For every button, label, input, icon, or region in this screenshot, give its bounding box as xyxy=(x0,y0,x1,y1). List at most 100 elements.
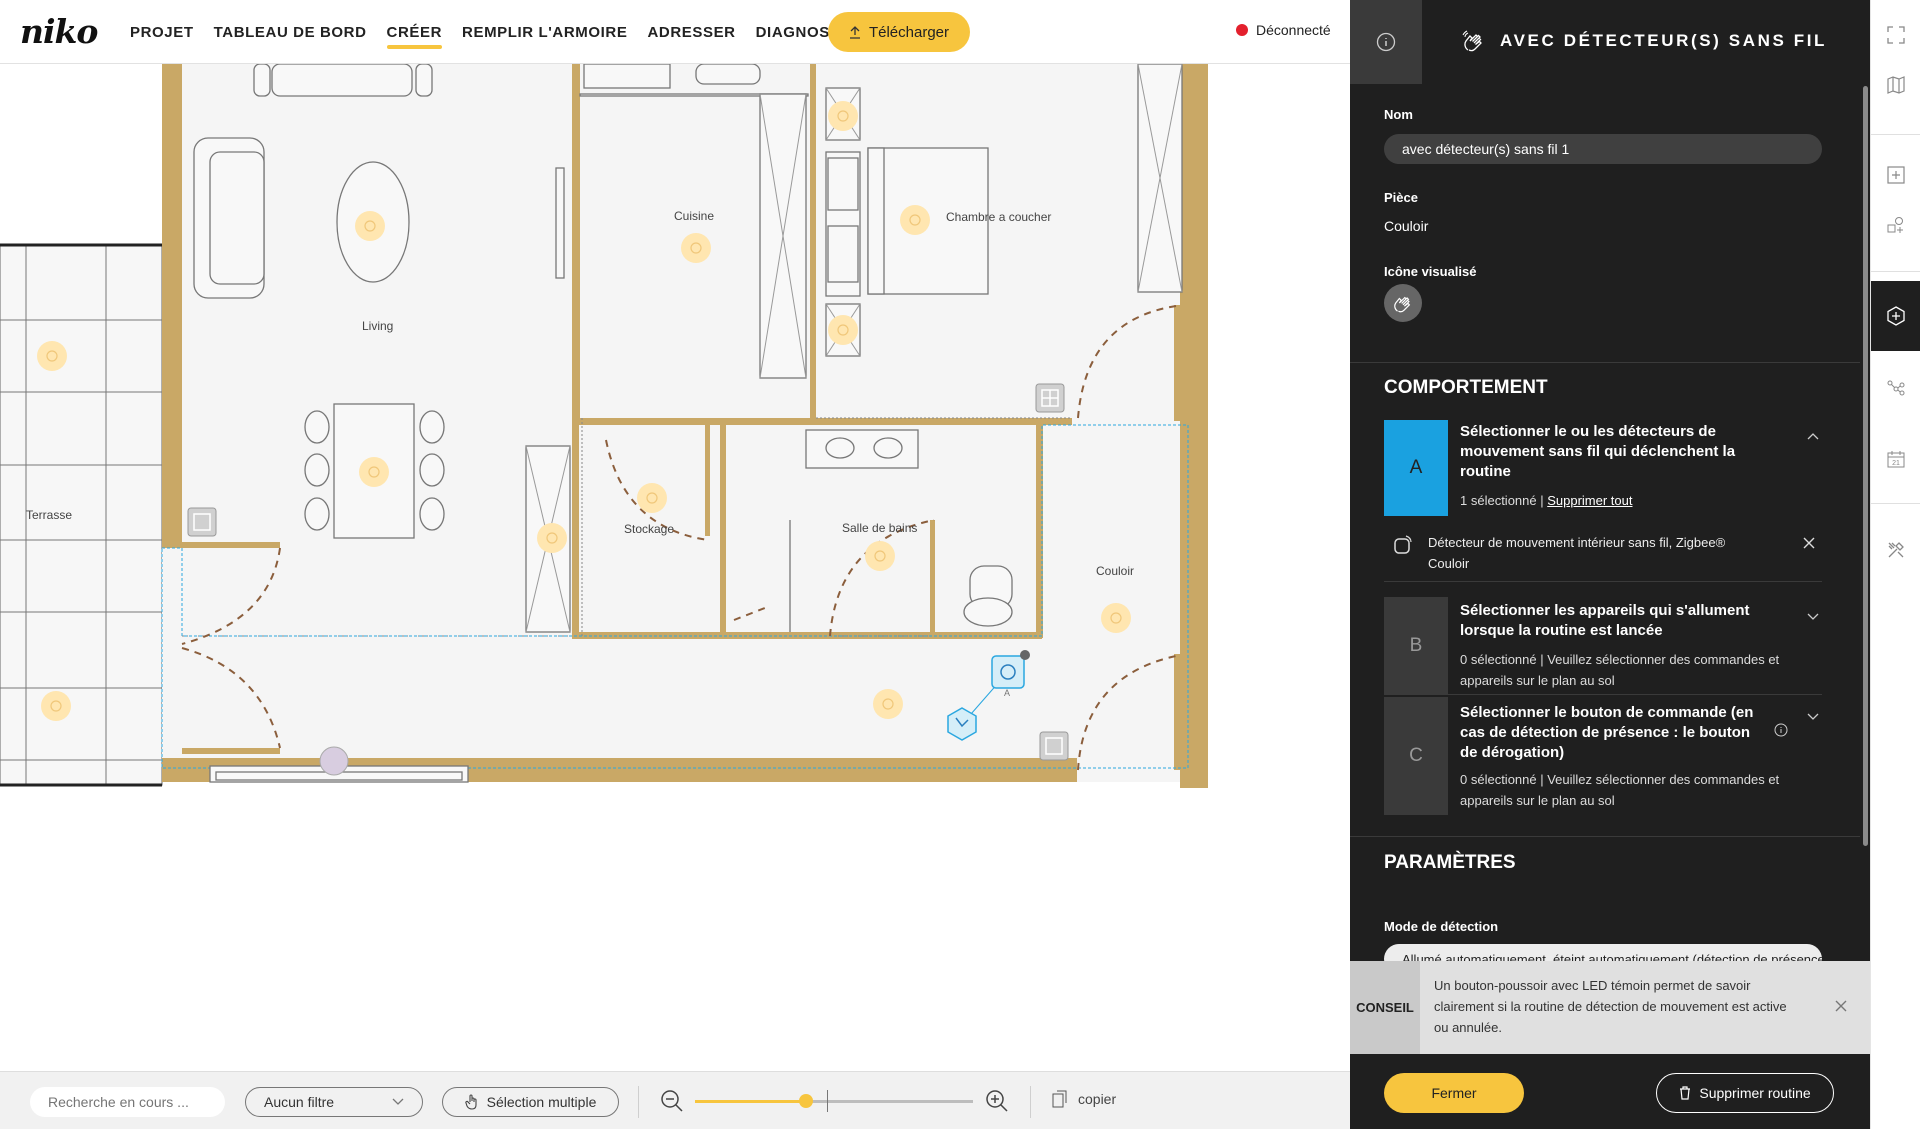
nav-tab-remplir-armoire[interactable]: REMPLIR L'ARMOIRE xyxy=(452,0,637,64)
map-icon xyxy=(1887,76,1905,94)
chevron-up-icon[interactable] xyxy=(1806,430,1820,444)
info-tab[interactable] xyxy=(1350,0,1422,84)
routine-name-input[interactable] xyxy=(1384,134,1822,164)
add-routine-icon xyxy=(1887,306,1905,326)
chevron-down-icon[interactable] xyxy=(1806,709,1820,723)
filter-label: Aucun filtre xyxy=(264,1094,335,1110)
step-a-sub: 1 sélectionné | Supprimer tout xyxy=(1460,490,1800,511)
step-b-title: Sélectionner les appareils qui s'allumen… xyxy=(1460,602,1750,639)
room-value: Couloir xyxy=(1384,218,1429,234)
step-b-sub: 0 sélectionné | Veuillez sélectionner de… xyxy=(1460,652,1780,688)
zoom-slider[interactable] xyxy=(695,1090,973,1112)
room-label-salle-de-bains: Salle de bains xyxy=(842,521,918,535)
tip-label: CONSEIL xyxy=(1350,961,1420,1054)
rail-calendar[interactable]: 21 xyxy=(1871,424,1920,494)
connection-status: Déconnecté xyxy=(1236,22,1331,38)
rail-add-device[interactable] xyxy=(1871,190,1920,260)
remove-all-link[interactable]: Supprimer tout xyxy=(1547,493,1632,508)
status-label: Déconnecté xyxy=(1256,22,1331,38)
multi-select-button[interactable]: Sélection multiple xyxy=(442,1087,619,1117)
rail-tools[interactable] xyxy=(1871,515,1920,585)
room-label: Pièce xyxy=(1384,190,1418,205)
name-label: Nom xyxy=(1384,107,1413,122)
zoom-in-icon[interactable] xyxy=(985,1089,1009,1113)
rail-map[interactable] xyxy=(1871,50,1920,120)
bottom-toolbar: Aucun filtre Sélection multiple copier xyxy=(0,1071,1350,1129)
floorplan-canvas[interactable]: Cuisine Chambre a coucher Living Terrass… xyxy=(0,64,1350,1071)
zoom-out-icon[interactable] xyxy=(660,1089,684,1113)
step-c-sub: 0 sélectionné | Veuillez sélectionner de… xyxy=(1460,772,1780,808)
network-icon xyxy=(1887,380,1905,396)
panel-scrollbar[interactable] xyxy=(1863,86,1868,846)
search-input[interactable] xyxy=(30,1087,225,1117)
download-button[interactable]: Télécharger xyxy=(828,12,970,52)
chevron-down-icon[interactable] xyxy=(1806,609,1820,623)
close-button[interactable]: Fermer xyxy=(1384,1073,1524,1113)
tip-box: CONSEIL Un bouton-poussoir avec LED témo… xyxy=(1350,961,1870,1054)
nav-tab-creer[interactable]: CRÉER xyxy=(377,0,453,64)
rail-network[interactable] xyxy=(1871,352,1920,422)
filter-dropdown[interactable]: Aucun filtre xyxy=(245,1087,423,1117)
fullscreen-icon xyxy=(1887,26,1905,44)
copy-icon xyxy=(1052,1090,1067,1108)
hand-pointer-icon xyxy=(465,1094,477,1110)
step-a-count: 1 sélectionné | xyxy=(1460,493,1548,508)
room-label-stockage: Stockage xyxy=(624,522,675,536)
room-label-chambre: Chambre a coucher xyxy=(946,210,1052,224)
icon-label: Icône visualisé xyxy=(1384,264,1477,279)
rail-divider xyxy=(1871,503,1920,504)
top-navigation-bar: niko PROJET TABLEAU DE BORD CRÉER REMPLI… xyxy=(0,0,1350,64)
tool-rail: 21 xyxy=(1870,0,1920,1129)
step-b[interactable]: B Sélectionner les appareils qui s'allum… xyxy=(1384,597,1822,695)
step-c[interactable]: C Sélectionner le bouton de commande (en… xyxy=(1384,697,1822,815)
section-divider xyxy=(1350,362,1860,363)
step-b-letter: B xyxy=(1384,597,1448,695)
behaviour-title: COMPORTEMENT xyxy=(1384,377,1548,398)
visualised-icon-picker[interactable] xyxy=(1384,284,1422,322)
info-icon xyxy=(1376,32,1396,52)
copy-button[interactable]: copier xyxy=(1052,1090,1116,1108)
chevron-down-icon xyxy=(392,1098,404,1105)
routine-panel: AVEC DÉTECTEUR(S) SANS FIL Nom Pièce Cou… xyxy=(1350,0,1870,1129)
step-a-title: Sélectionner le ou les détecteurs de mou… xyxy=(1460,423,1736,480)
info-icon[interactable] xyxy=(1774,723,1788,737)
step-c-title: Sélectionner le bouton de commande (en c… xyxy=(1460,704,1754,761)
detector-room: Couloir xyxy=(1428,556,1470,571)
rail-divider xyxy=(1871,134,1920,135)
params-title: PARAMÈTRES xyxy=(1384,852,1516,873)
selected-detector-row: Détecteur de mouvement intérieur sans fi… xyxy=(1384,526,1822,582)
room-label-living: Living xyxy=(362,319,394,333)
room-label-terrasse: Terrasse xyxy=(26,508,73,522)
nav-tab-projet[interactable]: PROJET xyxy=(120,0,204,64)
niko-logo: niko xyxy=(20,12,98,51)
copy-label: copier xyxy=(1078,1091,1117,1107)
step-c-letter: C xyxy=(1384,697,1448,815)
tools-icon xyxy=(1888,542,1904,558)
remove-detector-icon[interactable] xyxy=(1802,536,1816,550)
status-dot-icon xyxy=(1236,24,1248,36)
nav-tab-tableau-de-bord[interactable]: TABLEAU DE BORD xyxy=(204,0,377,64)
multi-select-label: Sélection multiple xyxy=(486,1094,597,1110)
panel-title-text: AVEC DÉTECTEUR(S) SANS FIL xyxy=(1500,31,1828,50)
nav-tab-adresser[interactable]: ADRESSER xyxy=(637,0,745,64)
panel-header: AVEC DÉTECTEUR(S) SANS FIL xyxy=(1350,0,1870,84)
detector-name: Détecteur de mouvement intérieur sans fi… xyxy=(1428,535,1726,550)
add-room-icon xyxy=(1887,166,1905,184)
delete-routine-button[interactable]: Supprimer routine xyxy=(1656,1073,1834,1113)
add-device-icon xyxy=(1887,217,1903,233)
calendar-icon: 21 xyxy=(1887,451,1905,468)
motion-hand-icon xyxy=(1462,30,1482,52)
step-a[interactable]: A Sélectionner le ou les détecteurs de m… xyxy=(1384,420,1822,516)
motion-sensor-icon xyxy=(1394,535,1412,554)
close-icon[interactable] xyxy=(1834,999,1848,1013)
room-label-couloir: Couloir xyxy=(1096,564,1135,578)
download-label: Télécharger xyxy=(868,23,950,41)
motion-hand-icon xyxy=(1394,296,1411,313)
room-label-cuisine: Cuisine xyxy=(674,209,715,223)
mode-label: Mode de détection xyxy=(1384,919,1499,934)
zoom-slider-thumb[interactable] xyxy=(799,1094,814,1108)
delete-routine-label: Supprimer routine xyxy=(1699,1085,1811,1101)
toolbar-divider xyxy=(1030,1086,1031,1118)
rail-add-routine[interactable] xyxy=(1871,281,1920,351)
calendar-day: 21 xyxy=(1892,460,1900,467)
